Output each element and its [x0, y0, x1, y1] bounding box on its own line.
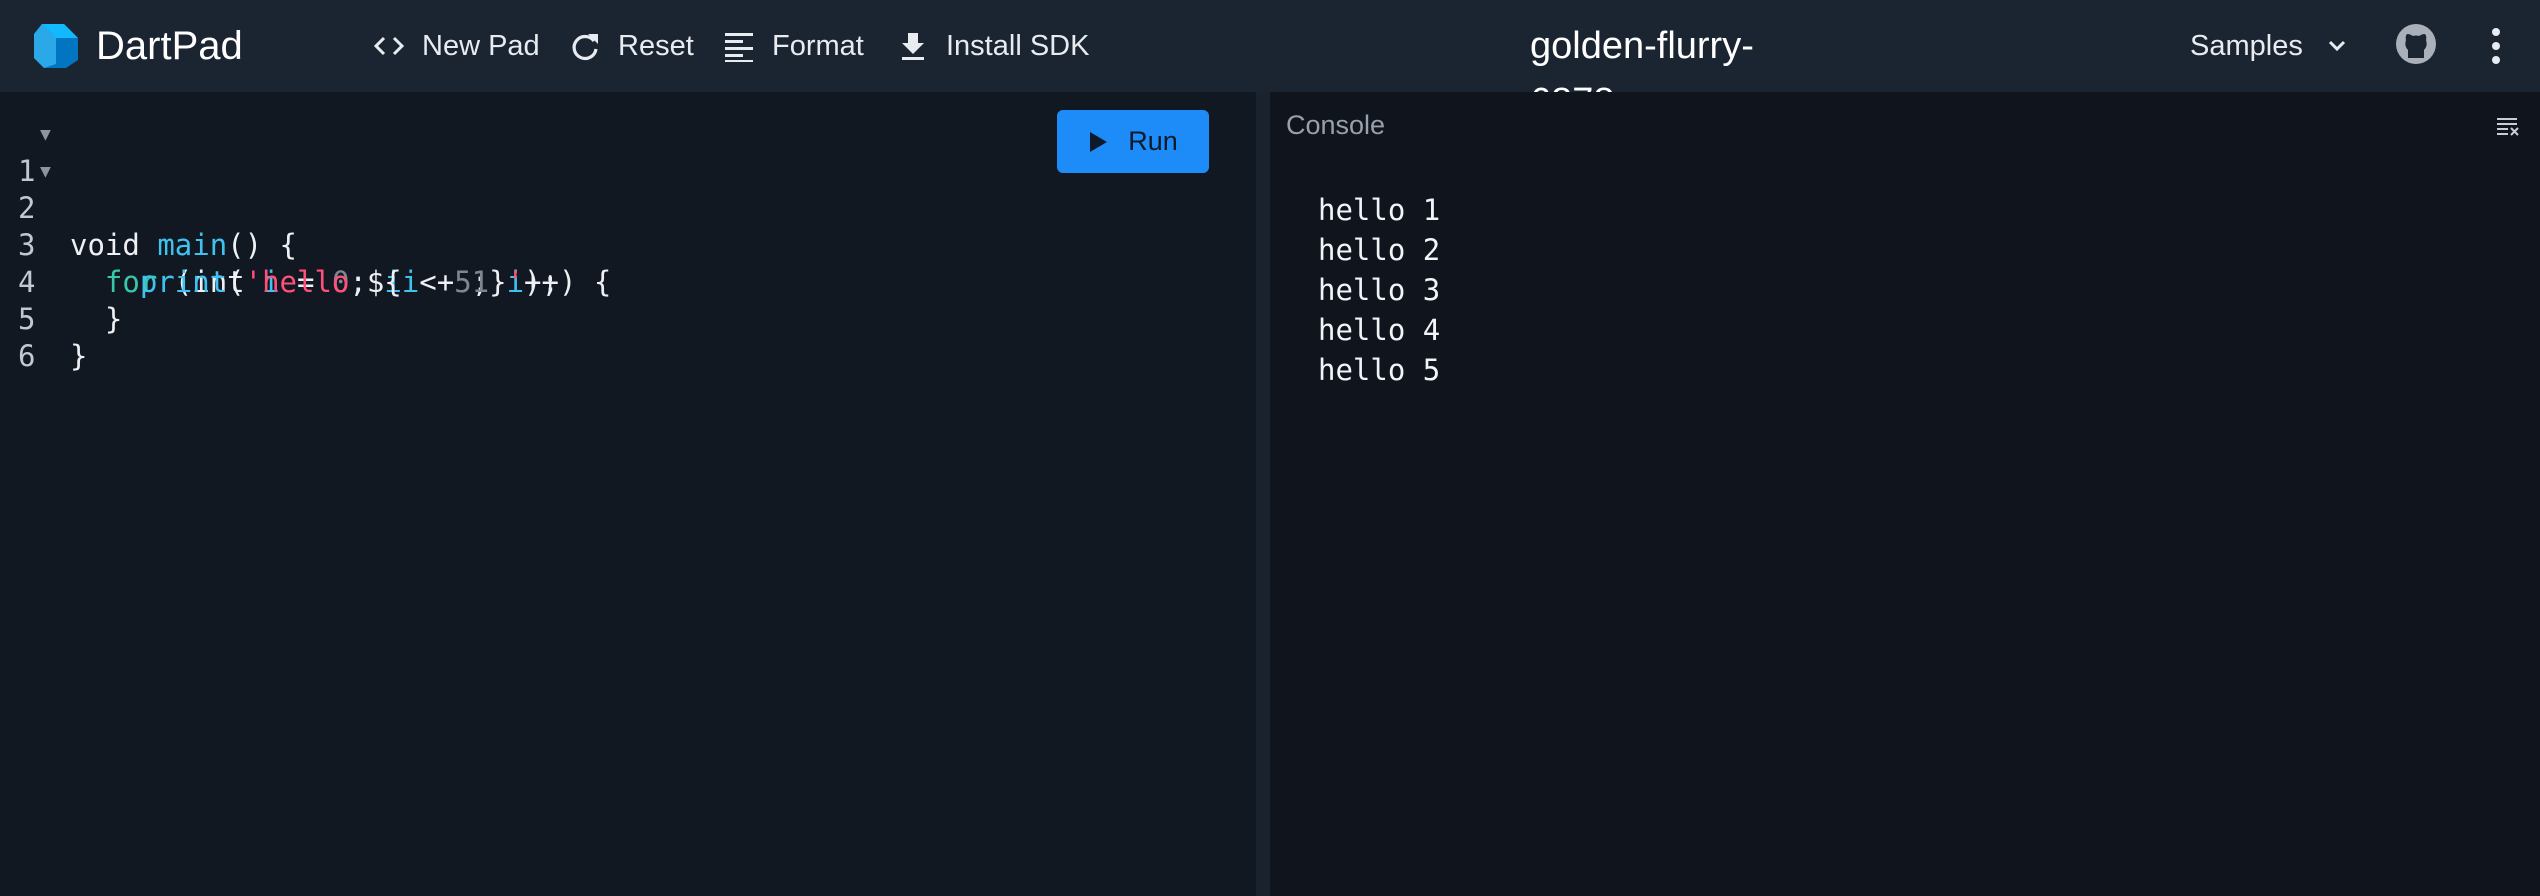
more-vert-icon[interactable]	[2484, 24, 2508, 68]
code-text: print('hello ${i + 1}');	[139, 265, 559, 299]
clear-console-icon[interactable]	[2496, 114, 2520, 138]
format-align-icon	[725, 33, 753, 62]
console-line: hello 2	[1318, 233, 1441, 267]
console-line: hello 3	[1318, 273, 1441, 307]
code-brackets-icon	[373, 36, 405, 56]
format-label: Format	[772, 29, 864, 62]
play-icon	[1090, 131, 1108, 152]
console-line: hello 4	[1318, 313, 1441, 347]
app-name: DartPad	[96, 24, 243, 68]
code-line[interactable]: 1 ▼ void main() {	[0, 116, 297, 262]
code-lines[interactable]: 1 ▼ void main() { 2 ▼ for (int i = 0; i …	[0, 116, 611, 373]
new-pad-button[interactable]: New Pad	[372, 22, 540, 70]
code-line[interactable]: 4 }	[0, 227, 122, 336]
download-icon	[902, 33, 924, 60]
code-line[interactable]: 5 }	[0, 264, 105, 373]
code-line[interactable]: 6	[0, 301, 105, 373]
console-title: Console	[1286, 110, 1386, 140]
reset-label: Reset	[618, 29, 694, 62]
console-line: hello 5	[1318, 353, 1441, 387]
line-number: 6	[18, 339, 36, 373]
refresh-icon	[572, 34, 598, 61]
fold-arrow-icon[interactable]: ▼	[40, 116, 51, 153]
install-sdk-button[interactable]: Install SDK	[896, 22, 1089, 70]
pad-title[interactable]: golden-flurry-6878	[1530, 18, 1830, 123]
github-icon[interactable]	[2394, 22, 2438, 66]
run-button[interactable]: Run	[1057, 110, 1209, 173]
console-line: hello 1	[1318, 193, 1441, 227]
code-line[interactable]: 3 print('hello ${i + 1}');	[0, 190, 559, 299]
format-button[interactable]: Format	[722, 22, 864, 70]
install-sdk-label: Install SDK	[946, 29, 1090, 62]
samples-dropdown[interactable]: Samples	[2190, 22, 2349, 70]
chevron-down-icon	[2328, 40, 2345, 52]
pane-splitter[interactable]	[1256, 92, 1270, 896]
reset-button[interactable]: Reset	[568, 22, 694, 70]
console-panel: Console hello 1 hello 2 hello 3 hello 4 …	[1270, 92, 2540, 896]
samples-label: Samples	[2190, 29, 2303, 62]
run-label: Run	[1128, 126, 1178, 156]
console-output: hello 1 hello 2 hello 3 hello 4 hello 5	[1318, 190, 1440, 390]
code-editor[interactable]: 1 ▼ void main() { 2 ▼ for (int i = 0; i …	[0, 92, 1256, 896]
dart-logo-icon	[34, 24, 78, 68]
new-pad-label: New Pad	[422, 29, 540, 62]
code-line[interactable]: 2 ▼ for (int i = 0; i < 5; i++) {	[0, 153, 611, 299]
top-app-bar: DartPad New Pad Reset Format Install SDK	[0, 0, 2540, 123]
fold-arrow-icon[interactable]: ▼	[40, 153, 51, 190]
